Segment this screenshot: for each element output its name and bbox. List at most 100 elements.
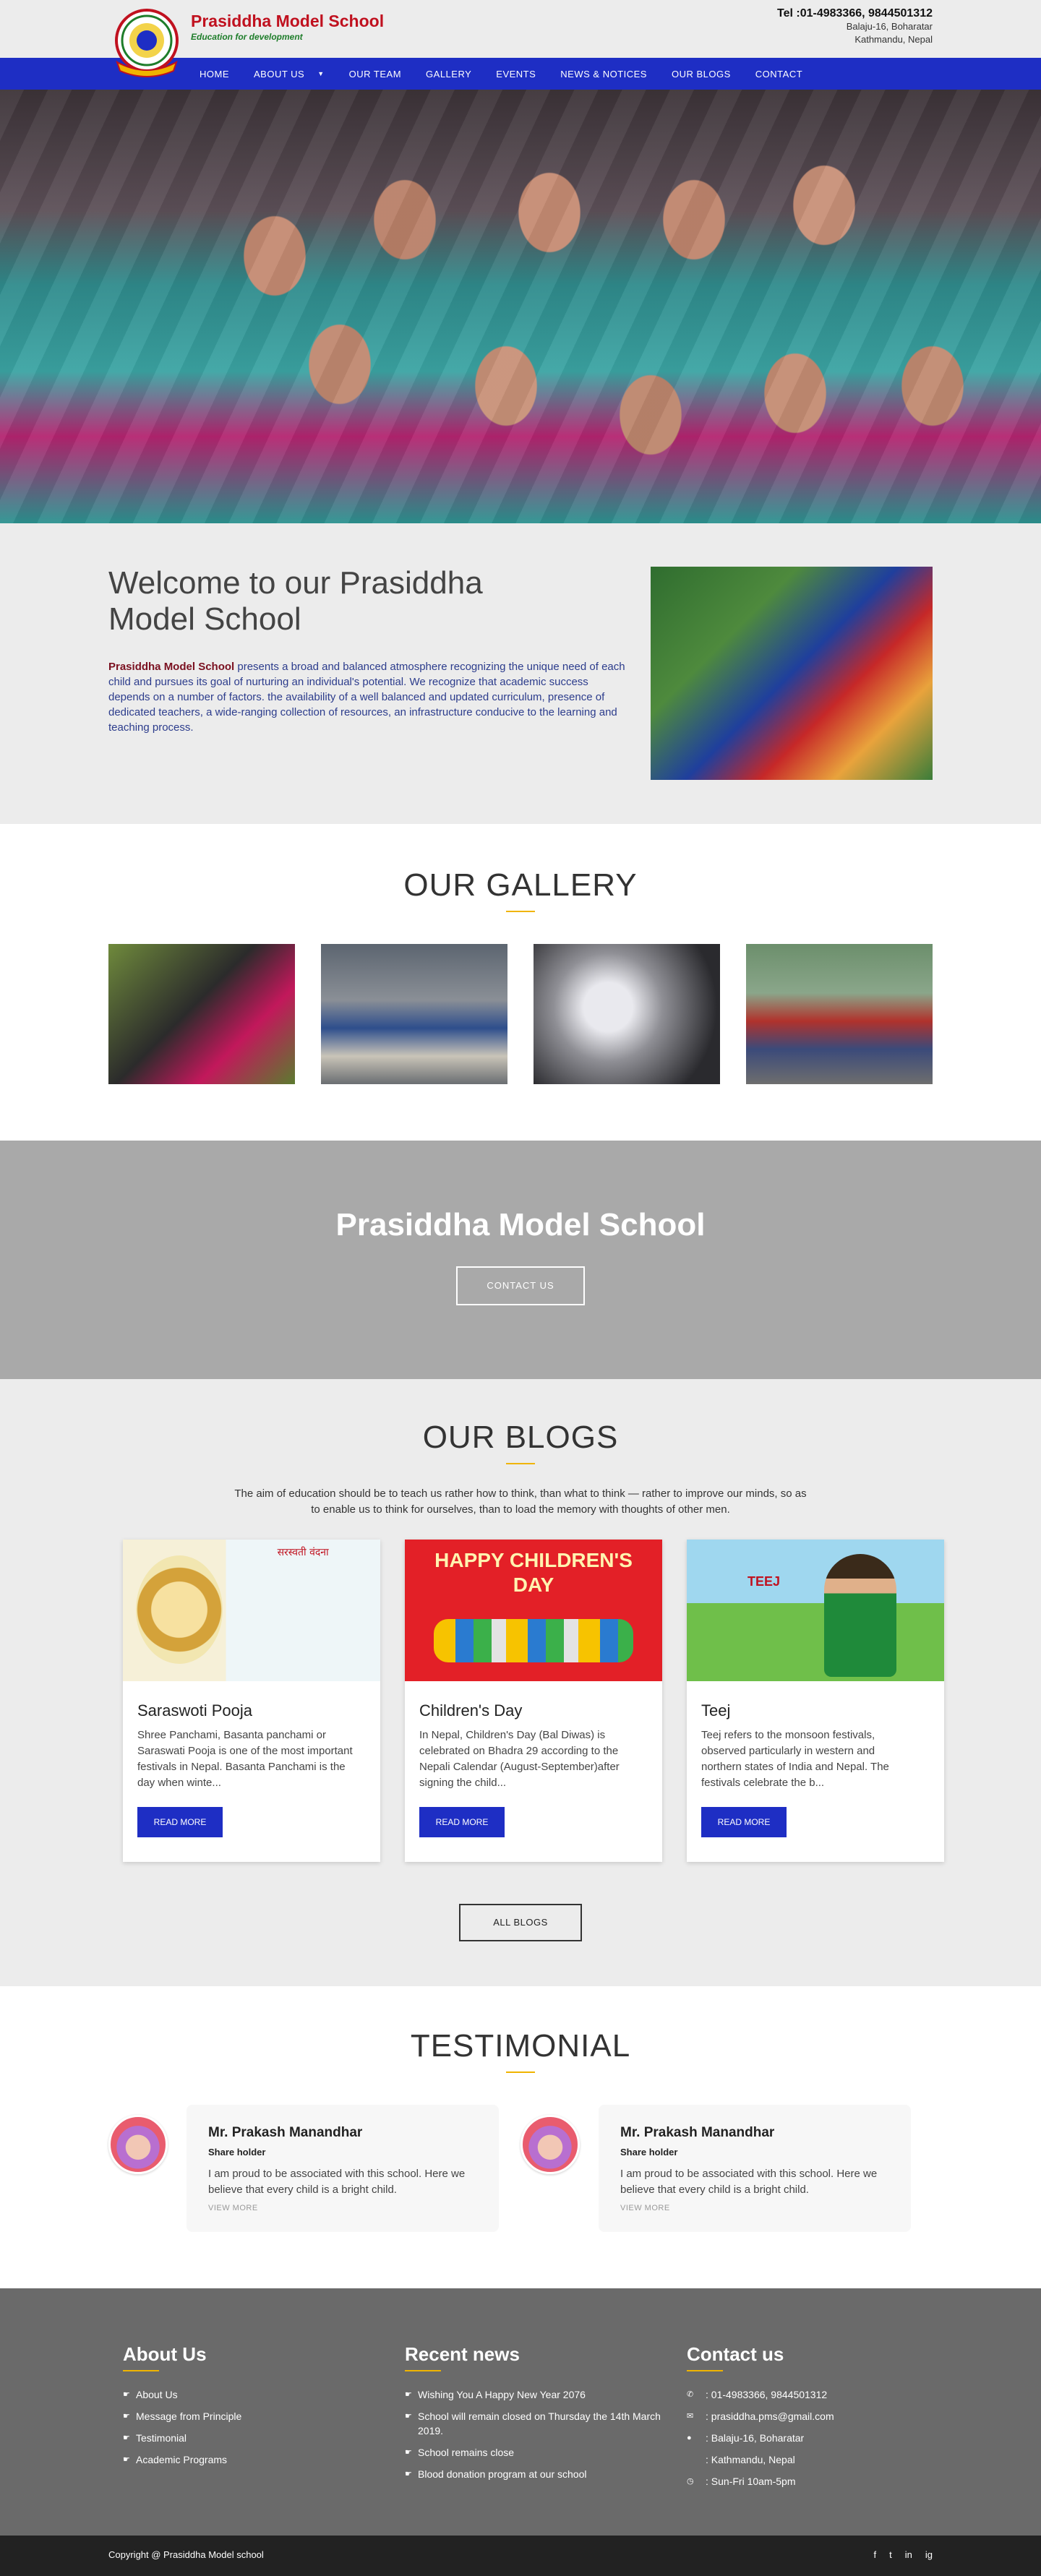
footer-contact-title: Contact us: [687, 2343, 784, 2365]
twitter-icon[interactable]: t: [889, 2549, 892, 2560]
read-more-button[interactable]: READ MORE: [419, 1807, 505, 1837]
envelope-icon: ✉: [687, 2412, 694, 2421]
brand[interactable]: Prasiddha Model School Education for dev…: [191, 12, 384, 42]
blog-card-title[interactable]: Teej: [701, 1701, 730, 1720]
blog-card-image[interactable]: HAPPY CHILDREN'S DAY: [405, 1540, 662, 1681]
nav-item-our-team[interactable]: OUR TEAM: [349, 69, 401, 80]
gallery-image[interactable]: [108, 944, 295, 1084]
footer-contact-underline: [687, 2370, 723, 2371]
nav-item-about-us[interactable]: ABOUT US ▼: [254, 69, 325, 80]
footer-contact-address-2: : Kathmandu, Nepal: [687, 2452, 969, 2467]
cta-title: Prasiddha Model School: [335, 1207, 706, 1242]
chevron-down-icon[interactable]: ▼: [317, 70, 324, 77]
header-address-line2: Kathmandu, Nepal: [854, 34, 933, 45]
hand-point-icon: ☛: [123, 2412, 130, 2421]
footer-news: Recent news ☛ Wishing You A Happy New Yea…: [405, 2343, 687, 2496]
footer-news-link[interactable]: ☛ School remains close: [405, 2445, 687, 2460]
footer-link[interactable]: ☛ Message from Principle: [123, 2409, 405, 2423]
testimonial-role: Share holder: [620, 2147, 678, 2158]
footer-news-link[interactable]: ☛ Blood donation program at our school: [405, 2467, 687, 2481]
nav-item-news-notices[interactable]: NEWS & NOTICES: [560, 69, 647, 80]
hand-point-icon: ☛: [405, 2412, 412, 2421]
footer-contact-hours-text: : Sun-Fri 10am-5pm: [706, 2476, 796, 2487]
footer-contact-hours: ◷: Sun-Fri 10am-5pm: [687, 2474, 969, 2489]
blogs-section: OUR BLOGS The aim of education should be…: [0, 1379, 1041, 1986]
view-more-link[interactable]: VIEW MORE: [620, 2204, 889, 2212]
header-address-line1: Balaju-16, Boharatar: [846, 21, 933, 32]
blog-card-image[interactable]: सरस्वती वंदना: [123, 1540, 380, 1681]
blog-cards: सरस्वती वंदना Saraswoti Pooja Shree Panc…: [123, 1540, 944, 1862]
phone-icon: ✆: [687, 2390, 694, 2399]
footer-contact-address-text-2: : Kathmandu, Nepal: [706, 2454, 795, 2465]
footer-bottom-bar: Copyright @ Prasiddha Model school f t i…: [0, 2536, 1041, 2576]
instagram-icon[interactable]: ig: [925, 2549, 933, 2560]
hand-point-icon: ☛: [123, 2455, 130, 2464]
footer-link-label: Message from Principle: [136, 2410, 242, 2422]
testimonial-title-underline: [506, 2071, 535, 2073]
welcome-title: Welcome to our Prasiddha Model School: [108, 565, 586, 637]
nav-item-home[interactable]: HOME: [200, 69, 229, 80]
gallery-title: OUR GALLERY: [403, 867, 638, 903]
testimonial-quote: I am proud to be associated with this sc…: [620, 2168, 878, 2196]
footer-about-title: About Us: [123, 2343, 207, 2365]
blog-card-title[interactable]: Children's Day: [419, 1701, 522, 1720]
read-more-button[interactable]: READ MORE: [137, 1807, 223, 1837]
contact-us-button[interactable]: CONTACT US: [456, 1266, 585, 1305]
blog-card-image[interactable]: TEEJ: [687, 1540, 944, 1681]
blog-card-image-text: सरस्वती वंदना: [277, 1547, 329, 1558]
hand-point-icon: ☛: [123, 2434, 130, 2442]
blogs-title: OUR BLOGS: [422, 1420, 619, 1455]
footer-contact-address-text: : Balaju-16, Boharatar: [706, 2432, 805, 2444]
blog-card[interactable]: सरस्वती वंदना Saraswoti Pooja Shree Panc…: [123, 1540, 380, 1862]
footer-contact-email[interactable]: ✉: prasiddha.pms@gmail.com: [687, 2409, 969, 2423]
gallery-title-underline: [506, 911, 535, 912]
all-blogs-button[interactable]: ALL BLOGS: [459, 1904, 582, 1941]
nav-item-contact[interactable]: CONTACT: [755, 69, 802, 80]
footer-news-underline: [405, 2370, 441, 2371]
welcome-title-line2: Model School: [108, 601, 301, 637]
gallery-image[interactable]: [746, 944, 933, 1084]
blog-card[interactable]: HAPPY CHILDREN'S DAY Children's Day In N…: [405, 1540, 662, 1862]
gallery-image[interactable]: [534, 944, 720, 1084]
gallery-image[interactable]: [321, 944, 507, 1084]
testimonial-quote: I am proud to be associated with this sc…: [208, 2168, 466, 2196]
gallery-grid: [108, 944, 933, 1084]
testimonial-title: TESTIMONIAL: [410, 2028, 631, 2064]
blogs-title-underline: [506, 1463, 535, 1464]
testimonial-name: Mr. Prakash Manandhar: [208, 2125, 363, 2140]
footer-link[interactable]: ☛ About Us: [123, 2387, 405, 2402]
blog-card-excerpt: Teej refers to the monsoon festivals, ob…: [701, 1729, 889, 1789]
site-footer: About Us ☛ About Us ☛ Message from Princip…: [0, 2288, 1041, 2576]
brand-tagline: Education for development: [191, 32, 303, 42]
brand-name[interactable]: Prasiddha Model School: [191, 12, 384, 31]
nav-item-gallery[interactable]: GALLERY: [426, 69, 471, 80]
blog-card[interactable]: TEEJ Teej Teej refers to the monsoon fes…: [687, 1540, 944, 1862]
hand-point-icon: ☛: [405, 2448, 412, 2457]
nav-item-events[interactable]: EVENTS: [496, 69, 536, 80]
linkedin-icon[interactable]: in: [905, 2549, 912, 2560]
school-logo[interactable]: [108, 6, 185, 78]
welcome-section: Welcome to our Prasiddha Model School Pr…: [0, 523, 1041, 824]
cta-banner: Prasiddha Model School CONTACT US: [0, 1141, 1041, 1379]
facebook-icon[interactable]: f: [874, 2549, 877, 2560]
read-more-button[interactable]: READ MORE: [701, 1807, 787, 1837]
testimonial-item: Mr. Prakash Manandhar Share holder I am …: [520, 2105, 911, 2232]
footer-link[interactable]: ☛ Academic Programs: [123, 2452, 405, 2467]
testimonial-name: Mr. Prakash Manandhar: [620, 2125, 775, 2140]
footer-contact-address: ●: Balaju-16, Boharatar: [687, 2431, 969, 2445]
view-more-link[interactable]: VIEW MORE: [208, 2204, 477, 2212]
nav-item-our-blogs[interactable]: OUR BLOGS: [672, 69, 731, 80]
footer-news-link[interactable]: ☛ Wishing You A Happy New Year 2076: [405, 2387, 687, 2402]
footer-contact: Contact us ✆: 01-4983366, 9844501312 ✉: …: [687, 2343, 969, 2496]
blog-card-title[interactable]: Saraswoti Pooja: [137, 1701, 252, 1720]
top-bar: Prasiddha Model School Education for dev…: [0, 0, 1041, 77]
header-phone: Tel :01-4983366, 9844501312: [777, 7, 933, 20]
footer-link[interactable]: ☛ Testimonial: [123, 2431, 405, 2445]
hero-banner-image: [0, 90, 1041, 523]
footer-news-label: School remains close: [418, 2447, 515, 2458]
footer-news-link[interactable]: ☛ School will remain closed on Thursday t…: [405, 2409, 687, 2438]
nav-item-about-us-label: ABOUT US: [254, 68, 305, 80]
footer-news-label: Wishing You A Happy New Year 2076: [418, 2389, 586, 2400]
site-header: Prasiddha Model School Education for dev…: [0, 0, 1041, 90]
blogs-lead-quote: The aim of education should be to teach …: [234, 1487, 807, 1516]
